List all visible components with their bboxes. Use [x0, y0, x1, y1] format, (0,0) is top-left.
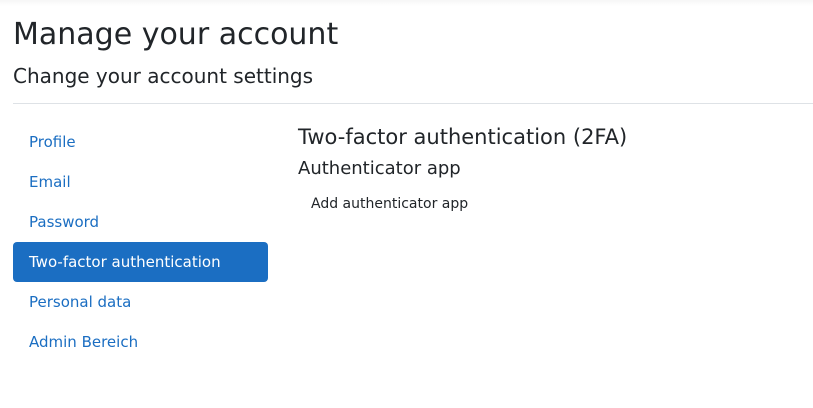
page-title: Manage your account — [13, 17, 339, 52]
sidebar-link-email[interactable]: Email — [13, 162, 268, 202]
sidebar-item-admin: Admin Bereich — [13, 322, 268, 362]
manage-account-page: Manage your account Change your account … — [13, 0, 813, 408]
sidebar-link-profile[interactable]: Profile — [13, 122, 268, 162]
page-subtitle: Change your account settings — [13, 64, 314, 88]
two-factor-title: Two-factor authentication (2FA) — [298, 125, 628, 149]
header-divider — [13, 103, 813, 104]
sidebar-link-personal-data[interactable]: Personal data — [13, 282, 268, 322]
sidebar-link-admin[interactable]: Admin Bereich — [13, 322, 268, 362]
two-factor-content: Two-factor authentication (2FA) Authenti… — [298, 122, 798, 216]
authenticator-app-heading: Authenticator app — [298, 158, 461, 179]
sidebar-item-two-factor: Two-factor authentication — [13, 242, 268, 282]
sidebar-item-email: Email — [13, 162, 268, 202]
account-sidebar-nav: Profile Email Password Two-factor authen… — [13, 122, 268, 362]
sidebar-link-password[interactable]: Password — [13, 202, 268, 242]
sidebar-link-two-factor[interactable]: Two-factor authentication — [13, 242, 268, 282]
add-authenticator-app-button[interactable]: Add authenticator app — [311, 192, 468, 216]
sidebar-item-profile: Profile — [13, 122, 268, 162]
sidebar-item-password: Password — [13, 202, 268, 242]
sidebar-item-personal-data: Personal data — [13, 282, 268, 322]
